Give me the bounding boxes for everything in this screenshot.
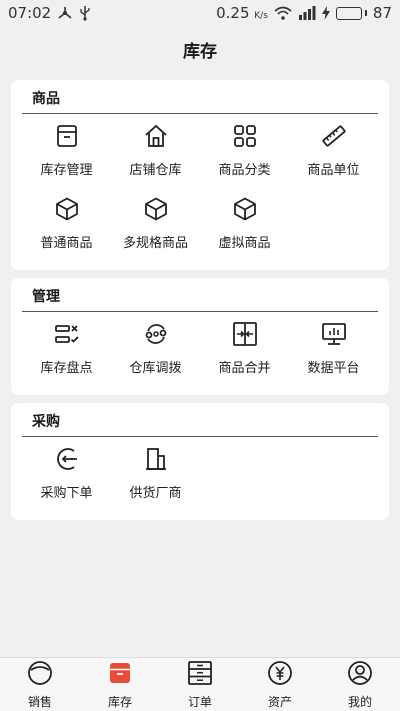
- signal-icon: [298, 6, 316, 20]
- house-icon: [143, 123, 169, 153]
- grid-item-label: 仓库调拨: [129, 361, 182, 376]
- nav-item[interactable]: 资产: [240, 660, 320, 710]
- box-icon: [54, 123, 80, 153]
- grid-item-label: 数据平台: [307, 361, 360, 376]
- grid-item[interactable]: 库存盘点: [22, 312, 111, 385]
- section-title: 商品: [22, 86, 378, 114]
- page-title: 库存: [183, 41, 217, 62]
- network-speed: 0.25 K/s: [216, 4, 268, 22]
- battery-icon: [335, 6, 367, 20]
- usb-icon: [79, 5, 91, 21]
- grid-item[interactable]: 普通商品: [22, 187, 111, 260]
- assets-icon: [267, 660, 293, 690]
- nav-item-label: 我的: [347, 694, 372, 709]
- grid-item-label: 商品单位: [307, 163, 360, 178]
- section-card: 采购采购下单 供货厂商: [11, 403, 389, 520]
- grid-item-label: 库存盘点: [40, 361, 93, 376]
- grid-item-label: 供货厂商: [129, 486, 182, 501]
- section-card: 管理库存盘点 仓库调拨 商品合并 数据平台: [11, 278, 389, 395]
- cube-icon: [54, 196, 80, 226]
- page-header: 库存: [0, 26, 400, 72]
- grid-item[interactable]: 店铺仓库: [111, 114, 200, 187]
- nav-item-label: 资产: [267, 694, 292, 709]
- monitor-icon: [321, 321, 347, 351]
- ruler-icon: [321, 123, 347, 153]
- order-icon: [54, 446, 80, 476]
- network-share-icon: [57, 6, 73, 20]
- grid-icon: [232, 123, 258, 153]
- cube-icon: [143, 196, 169, 226]
- grid-item[interactable]: 数据平台: [289, 312, 378, 385]
- nav-item[interactable]: 销售: [0, 660, 80, 710]
- section-grid: 库存管理 店铺仓库 商品分类 商品单位普通商品 多规格商品 虚拟商品: [22, 114, 378, 260]
- grid-item-label: 店铺仓库: [129, 163, 182, 178]
- charging-icon: [321, 6, 330, 20]
- grid-item[interactable]: 仓库调拨: [111, 312, 200, 385]
- grid-item[interactable]: 商品单位: [289, 114, 378, 187]
- section-title: 管理: [22, 284, 378, 312]
- grid-item-label: 虚拟商品: [218, 236, 271, 251]
- merge-icon: [232, 321, 258, 351]
- section-card: 商品库存管理 店铺仓库 商品分类 商品单位普通商品 多规格商品 虚拟商品: [11, 80, 389, 270]
- grid-item[interactable]: 多规格商品: [111, 187, 200, 260]
- nav-item-label: 库存: [107, 694, 132, 709]
- cube-icon: [232, 196, 258, 226]
- nav-item[interactable]: 订单: [160, 660, 240, 710]
- grid-item[interactable]: 商品分类: [200, 114, 289, 187]
- grid-item[interactable]: 供货厂商: [111, 437, 200, 510]
- grid-item-label: 普通商品: [40, 236, 93, 251]
- section-grid: 采购下单 供货厂商: [22, 437, 378, 510]
- content-area: 商品库存管理 店铺仓库 商品分类 商品单位普通商品 多规格商品 虚拟商品管理库存盘点 仓库调…: [0, 72, 400, 520]
- grid-item[interactable]: 库存管理: [22, 114, 111, 187]
- grid-item-label: 商品分类: [218, 163, 271, 178]
- section-grid: 库存盘点 仓库调拨 商品合并 数据平台: [22, 312, 378, 385]
- wifi-icon: [274, 6, 292, 20]
- battery-level: 87: [372, 4, 392, 22]
- nav-item[interactable]: 库存: [80, 660, 160, 710]
- status-bar: 07:02 0.25 K/s 87: [0, 0, 400, 26]
- bottom-nav: 销售 库存 订单 资产 我的: [0, 657, 400, 711]
- grid-item[interactable]: 虚拟商品: [200, 187, 289, 260]
- grid-item-label: 库存管理: [40, 163, 93, 178]
- building-icon: [143, 446, 169, 476]
- nav-item-label: 订单: [187, 694, 212, 709]
- grid-item[interactable]: 采购下单: [22, 437, 111, 510]
- transfer-icon: [143, 321, 169, 351]
- profile-icon: [347, 660, 373, 690]
- nav-item-label: 销售: [27, 694, 52, 709]
- grid-item-label: 多规格商品: [122, 236, 188, 251]
- inventory-icon: [107, 660, 133, 690]
- grid-item[interactable]: 商品合并: [200, 312, 289, 385]
- nav-item[interactable]: 我的: [320, 660, 400, 710]
- status-time: 07:02: [8, 4, 52, 22]
- section-title: 采购: [22, 409, 378, 437]
- grid-item-label: 商品合并: [218, 361, 271, 376]
- checklist-icon: [54, 321, 80, 351]
- orders-icon: [187, 660, 213, 690]
- grid-item-label: 采购下单: [40, 486, 93, 501]
- sales-icon: [27, 660, 53, 690]
